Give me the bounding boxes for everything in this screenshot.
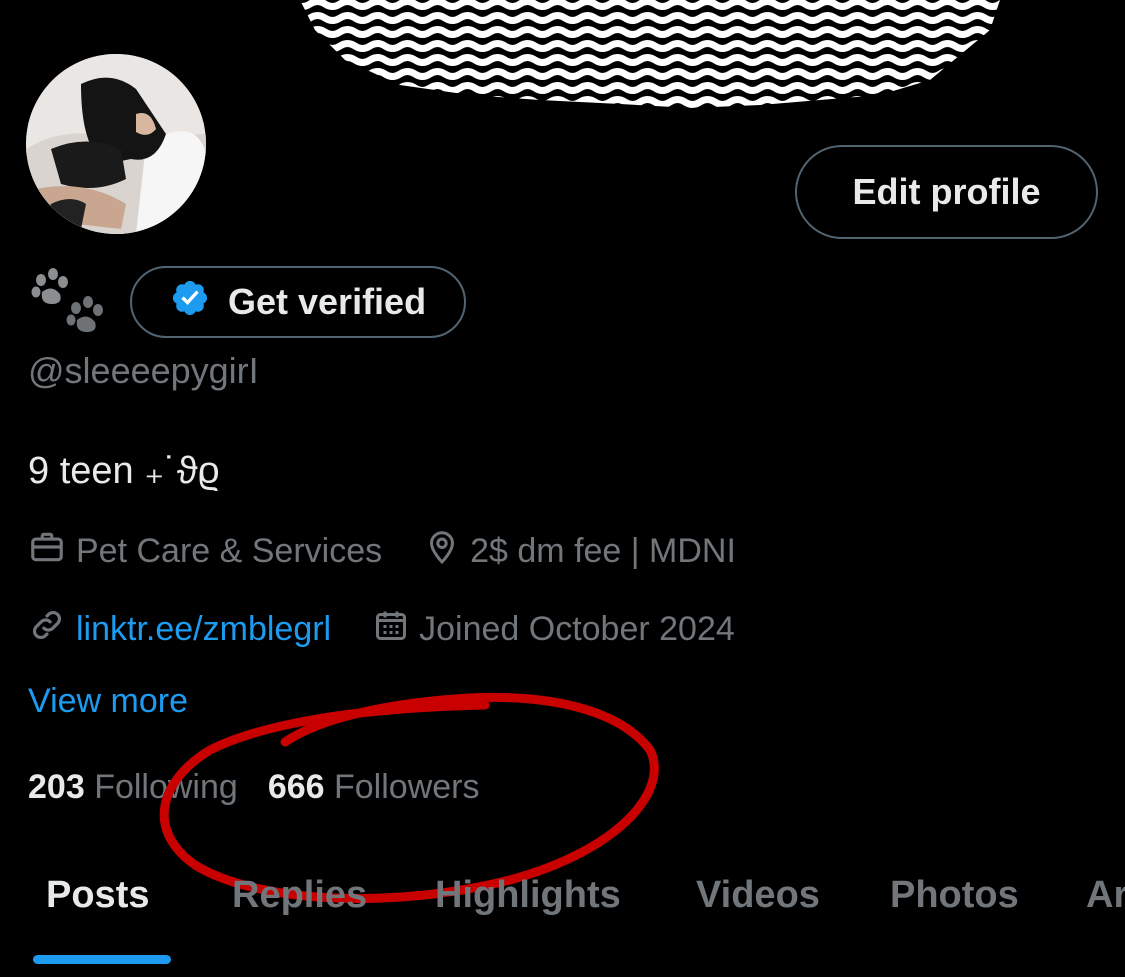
- username-handle: @sleeeepygirI: [28, 350, 259, 391]
- category-label: Pet Care & Services: [76, 532, 383, 570]
- view-more-link[interactable]: View more: [28, 682, 188, 721]
- following-stat[interactable]: 203 Following: [28, 768, 238, 807]
- active-tab-indicator: [33, 955, 171, 964]
- tab-posts[interactable]: Posts: [46, 874, 149, 917]
- profile-meta-row: Pet Care & Services 2$ dm fee | MDNI: [28, 528, 736, 575]
- link-icon: [28, 606, 66, 653]
- profile-meta-row-2: linktr.ee/zmblegrl Joined October 2024: [28, 606, 735, 653]
- joined-label: Joined October 2024: [419, 610, 735, 648]
- banner-wave-line: [280, 114, 1030, 119]
- website-link[interactable]: linktr.ee/zmblegrl: [76, 610, 331, 649]
- following-label: Following: [94, 768, 238, 806]
- profile-joined: Joined October 2024: [373, 606, 735, 653]
- get-verified-button[interactable]: Get verified: [130, 266, 467, 338]
- banner-wave-line: [300, 96, 1000, 108]
- paw-prints-icon: [28, 266, 108, 338]
- tab-highlights[interactable]: Highlights: [435, 874, 621, 917]
- tab-articles[interactable]: Ar: [1086, 874, 1125, 917]
- display-name-row: Get verified: [28, 266, 467, 338]
- profile-category: Pet Care & Services: [28, 528, 382, 575]
- location-pin-icon: [424, 528, 460, 575]
- get-verified-label: Get verified: [228, 281, 427, 322]
- avatar-photo: [26, 54, 206, 234]
- profile-location: 2$ dm fee | MDNI: [424, 528, 736, 575]
- profile-bio: 9 teen ₊˙ϑϱ: [28, 450, 220, 492]
- followers-stat[interactable]: 666 Followers: [268, 768, 480, 807]
- tab-videos[interactable]: Videos: [696, 874, 820, 917]
- profile-website[interactable]: linktr.ee/zmblegrl: [28, 606, 331, 653]
- briefcase-icon: [28, 528, 66, 575]
- profile-avatar[interactable]: [26, 54, 206, 234]
- profile-tabs: Posts Replies Highlights Videos Photos A…: [0, 848, 1125, 956]
- tab-replies[interactable]: Replies: [232, 874, 367, 917]
- verified-badge-icon: [170, 278, 210, 327]
- banner-wave-line: [300, 82, 1000, 94]
- follow-stats: 203 Following 666 Followers: [28, 768, 479, 807]
- edit-profile-button[interactable]: Edit profile: [795, 145, 1098, 239]
- location-label: 2$ dm fee | MDNI: [470, 532, 736, 570]
- followers-count: 666: [267, 768, 325, 806]
- calendar-icon: [373, 606, 409, 653]
- followers-label: Followers: [334, 768, 480, 806]
- following-count: 203: [28, 768, 85, 806]
- tab-photos[interactable]: Photos: [890, 874, 1019, 917]
